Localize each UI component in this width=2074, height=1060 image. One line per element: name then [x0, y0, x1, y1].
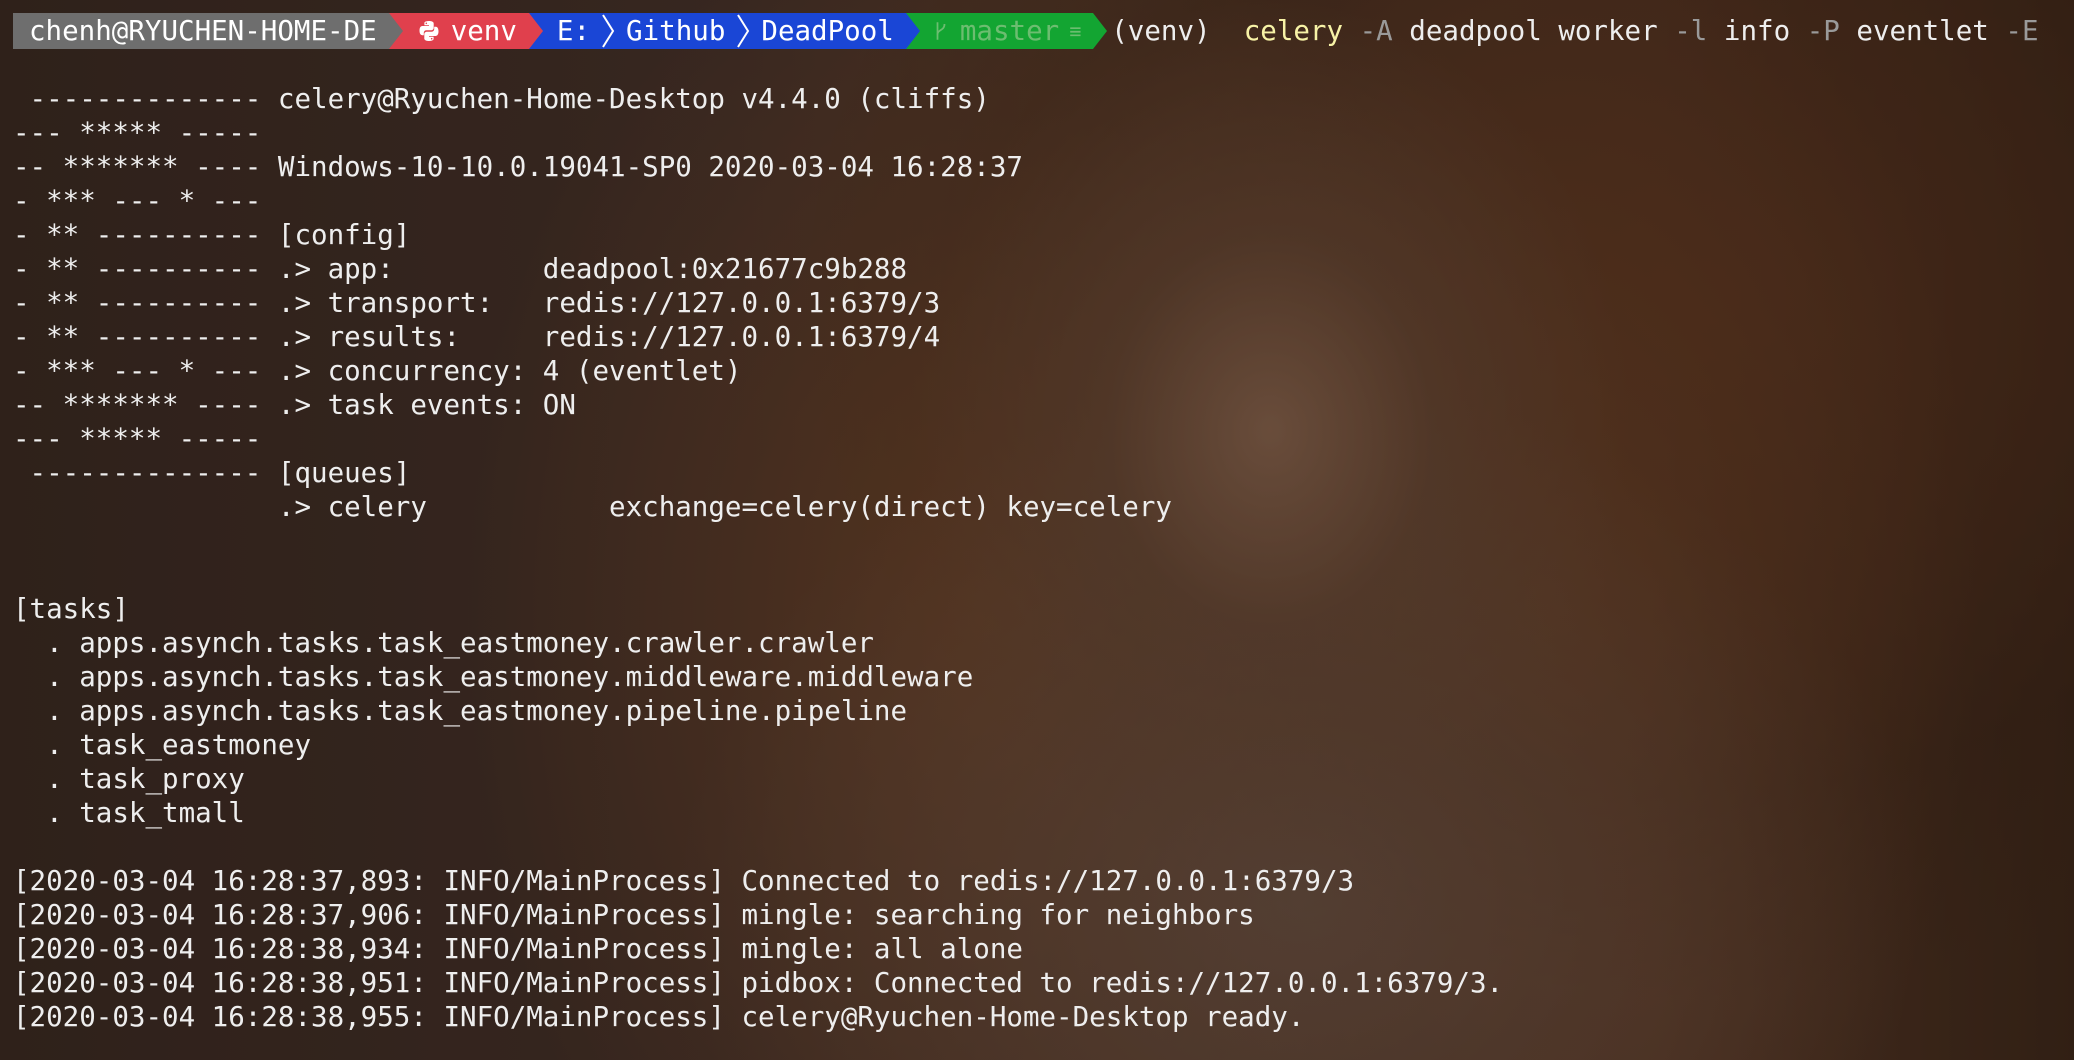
command-flag-e: -E — [2005, 15, 2039, 47]
python-icon — [419, 21, 439, 41]
prompt-git-segment: master ≡ — [919, 13, 1094, 49]
task-item: . apps.asynch.tasks.task_eastmoney.crawl… — [13, 627, 874, 659]
segment-separator — [1093, 13, 1108, 49]
command-line[interactable]: (venv) celery -A deadpool worker -l info… — [1107, 15, 2038, 47]
prompt-user-host: chenh@RYUCHEN-HOME-DE — [29, 15, 377, 47]
banner-line: --- ***** ----- — [13, 117, 262, 149]
segment-separator — [388, 13, 403, 49]
command-program: celery — [1243, 15, 1344, 47]
banner-line: - ** ---------- .> app: deadpool:0x21677… — [13, 253, 908, 285]
prompt-user-segment: chenh@RYUCHEN-HOME-DE — [13, 13, 389, 49]
command-subcommand: worker — [1558, 15, 1658, 47]
path-folder-github: Github — [626, 15, 726, 47]
command-flag-p: -P — [1806, 15, 1840, 47]
chevron-right-icon — [737, 14, 750, 48]
segment-separator — [528, 13, 543, 49]
chevron-right-icon — [602, 14, 615, 48]
tasks-header: [tasks] — [13, 593, 129, 625]
command-flag-l: -l — [1674, 15, 1708, 47]
banner-line: - ** ---------- [config] — [13, 219, 411, 251]
venv-prefix: (venv) — [1111, 15, 1211, 47]
terminal-window[interactable]: chenh@RYUCHEN-HOME-DE venv E: Github Dea… — [13, 0, 2063, 1060]
banner-line: -------------- [queues] — [13, 457, 411, 489]
prompt-path-segment: E: Github DeadPool — [542, 13, 906, 49]
prompt-venv-label: venv — [450, 15, 517, 47]
task-item: . apps.asynch.tasks.task_eastmoney.pipel… — [13, 695, 908, 727]
banner-line: - *** --- * --- — [13, 185, 262, 217]
banner-line: -- ******* ---- .> task events: ON — [13, 389, 576, 421]
prompt-venv-segment: venv — [402, 13, 529, 49]
git-branch-name: master — [959, 15, 1060, 47]
task-item: . task_tmall — [13, 797, 245, 829]
command-flag-a: -A — [1359, 15, 1393, 47]
banner-line: - *** --- * --- .> concurrency: 4 (event… — [13, 355, 742, 387]
task-item: . apps.asynch.tasks.task_eastmoney.middl… — [13, 661, 974, 693]
command-level: info — [1723, 15, 1791, 47]
banner-line: .> celery exchange=celery(direct) key=ce… — [13, 491, 1172, 523]
banner-line: - ** ---------- .> results: redis://127.… — [13, 321, 941, 353]
banner-line: -------------- celery@Ryuchen-Home-Deskt… — [13, 83, 990, 115]
task-item: . task_proxy — [13, 763, 245, 795]
banner-line: - ** ---------- .> transport: redis://12… — [13, 287, 941, 319]
segment-separator — [905, 13, 920, 49]
log-line: [2020-03-04 16:28:38,934: INFO/MainProce… — [13, 933, 1023, 965]
log-line: [2020-03-04 16:28:37,906: INFO/MainProce… — [13, 899, 1255, 931]
path-drive: E: — [556, 15, 591, 47]
path-folder-deadpool: DeadPool — [761, 15, 894, 47]
log-line: [2020-03-04 16:28:37,893: INFO/MainProce… — [13, 865, 1355, 897]
log-line: [2020-03-04 16:28:38,955: INFO/MainProce… — [13, 1001, 1305, 1033]
task-item: . task_eastmoney — [13, 729, 312, 761]
banner-line: --- ***** ----- — [13, 423, 262, 455]
command-pool: eventlet — [1856, 15, 1989, 47]
command-app: deadpool — [1409, 15, 1542, 47]
git-status-glyph: ≡ — [1069, 19, 1082, 43]
banner-line: -- ******* ---- Windows-10-10.0.19041-SP… — [13, 151, 1023, 183]
git-branch-icon — [936, 22, 946, 40]
log-line: [2020-03-04 16:28:38,951: INFO/MainProce… — [13, 967, 1504, 999]
shell-prompt: chenh@RYUCHEN-HOME-DE venv E: Github Dea… — [13, 13, 2039, 49]
